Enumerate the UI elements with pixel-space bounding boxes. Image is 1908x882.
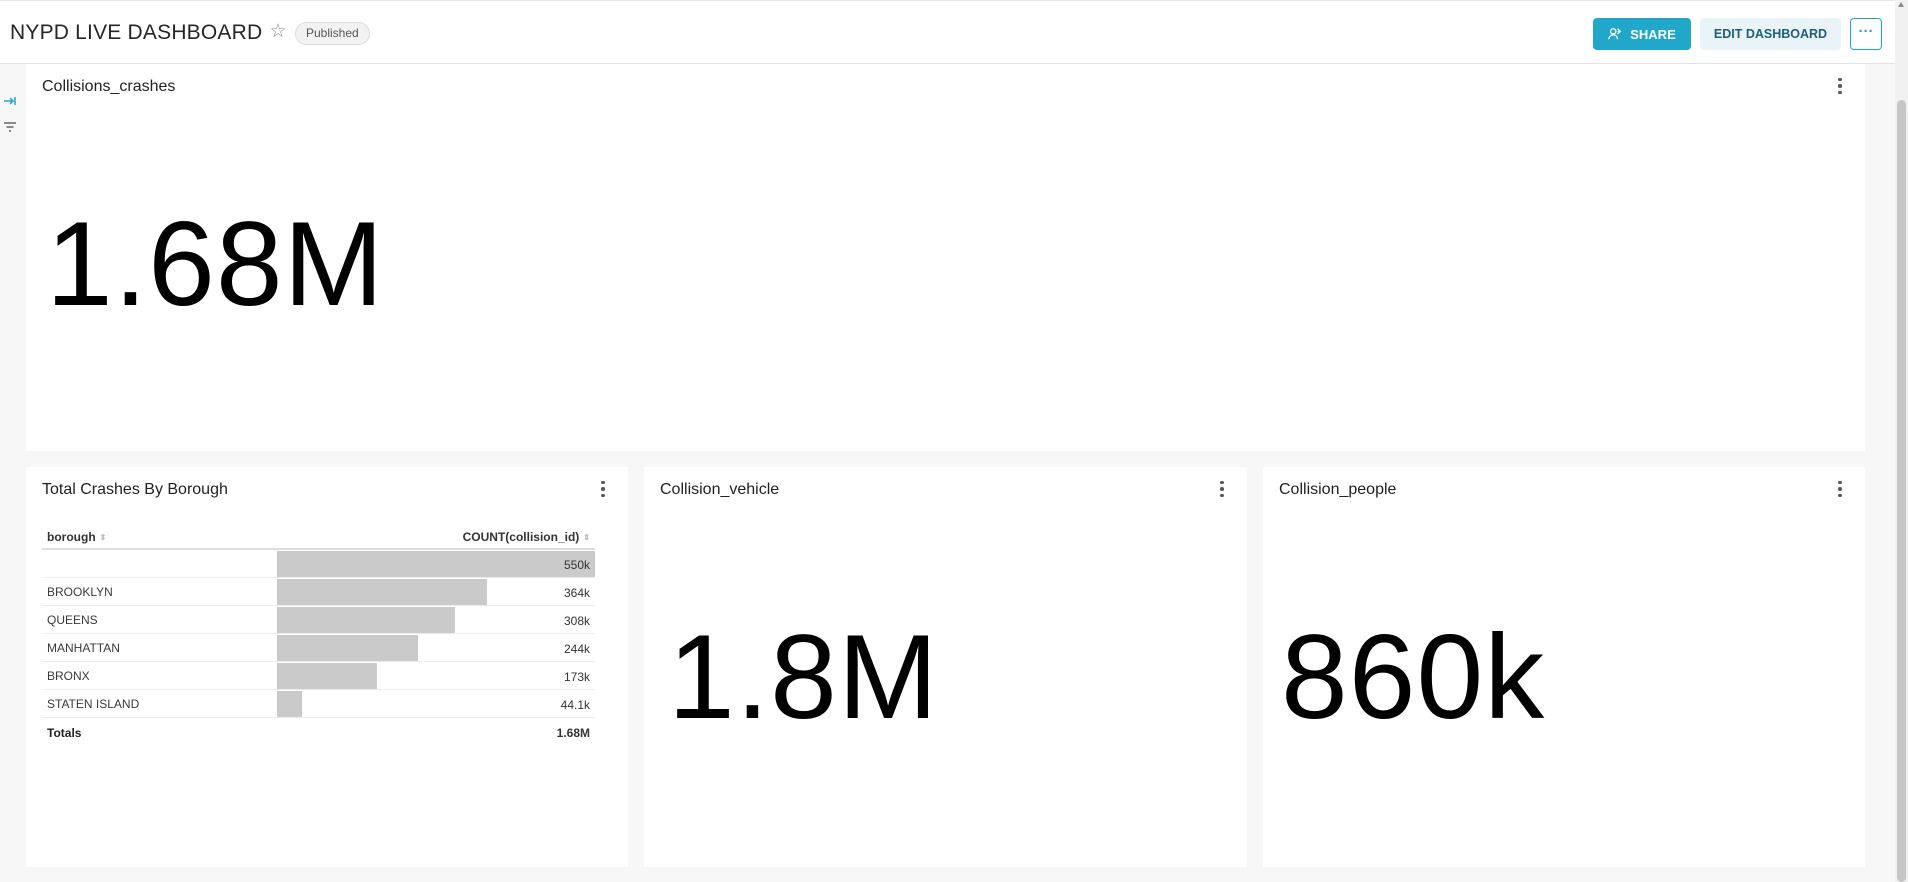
sort-icon[interactable]: ⇕ bbox=[583, 533, 590, 542]
vertical-dots-icon[interactable] bbox=[1831, 477, 1849, 501]
count-value: 244k bbox=[563, 642, 590, 656]
column-header-count[interactable]: COUNT(collision_id) ⇕ bbox=[463, 530, 590, 544]
chart-panel-collisions-crashes: Collisions_crashes 1.68M bbox=[26, 64, 1865, 451]
dashboard-header: NYPD LIVE DASHBOARD ☆ Published SHARE ED… bbox=[0, 0, 1895, 64]
count-bar bbox=[277, 579, 488, 605]
borough-name: QUEENS bbox=[47, 613, 98, 627]
table-totals-row: Totals 1.68M bbox=[42, 718, 595, 746]
table-row: MANHATTAN 244k bbox=[42, 634, 595, 662]
table-header: borough ⇕ COUNT(collision_id) ⇕ bbox=[42, 524, 595, 550]
more-options-button[interactable]: ··· bbox=[1850, 18, 1882, 50]
count-bar bbox=[277, 551, 595, 577]
edit-dashboard-button[interactable]: EDIT DASHBOARD bbox=[1700, 18, 1841, 50]
filter-icon[interactable] bbox=[2, 120, 18, 134]
count-cell: 244k bbox=[277, 635, 595, 661]
share-button-label: SHARE bbox=[1630, 26, 1676, 42]
vertical-dots-icon[interactable] bbox=[1831, 74, 1849, 98]
scrollbar-thumb[interactable] bbox=[1897, 100, 1906, 882]
big-number-value: 860k bbox=[1281, 610, 1546, 744]
share-icon bbox=[1608, 28, 1622, 40]
expand-sidebar-icon[interactable] bbox=[2, 94, 18, 108]
count-cell: 308k bbox=[277, 607, 595, 633]
borough-table: borough ⇕ COUNT(collision_id) ⇕ 550k BROOKL… bbox=[42, 524, 595, 746]
chart-panel-collision-people: Collision_people 860k bbox=[1263, 467, 1865, 867]
scroll-up-arrow-icon[interactable] bbox=[1898, 2, 1904, 7]
count-cell: 364k bbox=[277, 579, 595, 605]
table-row: 550k bbox=[42, 550, 595, 578]
vertical-dots-icon[interactable] bbox=[594, 477, 612, 501]
count-cell: 550k bbox=[277, 551, 595, 577]
table-row: BRONX 173k bbox=[42, 662, 595, 690]
totals-label: Totals bbox=[47, 726, 82, 740]
chart-title: Collisions_crashes bbox=[42, 78, 176, 95]
count-value: 44.1k bbox=[560, 698, 590, 712]
count-value: 364k bbox=[563, 586, 590, 600]
status-badge: Published bbox=[295, 22, 370, 45]
borough-name: BRONX bbox=[47, 669, 90, 683]
share-button[interactable]: SHARE bbox=[1593, 18, 1691, 50]
chart-title: Total Crashes By Borough bbox=[42, 481, 228, 498]
big-number-value: 1.8M bbox=[668, 610, 939, 744]
table-row: STATEN ISLAND 44.1k bbox=[42, 690, 595, 718]
count-bar bbox=[277, 691, 303, 717]
borough-name: STATEN ISLAND bbox=[47, 697, 140, 711]
big-number-value: 1.68M bbox=[46, 197, 385, 331]
borough-name: MANHATTAN bbox=[47, 641, 120, 655]
table-body: 550k BROOKLYN 364k QUEENS 308k MANHATTAN 244k B… bbox=[42, 550, 595, 718]
sort-icon[interactable]: ⇕ bbox=[100, 533, 107, 542]
chart-title: Collision_vehicle bbox=[660, 481, 780, 498]
table-row: BROOKLYN 364k bbox=[42, 578, 595, 606]
count-bar bbox=[277, 635, 419, 661]
count-value: 308k bbox=[563, 614, 590, 628]
vertical-scrollbar[interactable] bbox=[1895, 0, 1908, 882]
chart-title: Collision_people bbox=[1279, 481, 1397, 498]
column-header-borough[interactable]: borough ⇕ bbox=[47, 530, 106, 544]
count-value: 550k bbox=[563, 558, 590, 572]
borough-name: BROOKLYN bbox=[47, 585, 113, 599]
count-bar bbox=[277, 663, 378, 689]
totals-value: 1.68M bbox=[556, 726, 590, 740]
table-row: QUEENS 308k bbox=[42, 606, 595, 634]
dashboard-title: NYPD LIVE DASHBOARD bbox=[10, 21, 263, 44]
chart-panel-crashes-by-borough: Total Crashes By Borough borough ⇕ COUNT(… bbox=[26, 467, 628, 867]
vertical-dots-icon[interactable] bbox=[1213, 477, 1231, 501]
count-value: 173k bbox=[563, 670, 590, 684]
count-cell: 44.1k bbox=[277, 691, 595, 717]
count-cell: 173k bbox=[277, 663, 595, 689]
chart-panel-collision-vehicle: Collision_vehicle 1.8M bbox=[644, 467, 1247, 867]
star-icon[interactable]: ☆ bbox=[268, 22, 288, 42]
count-bar bbox=[277, 607, 456, 633]
